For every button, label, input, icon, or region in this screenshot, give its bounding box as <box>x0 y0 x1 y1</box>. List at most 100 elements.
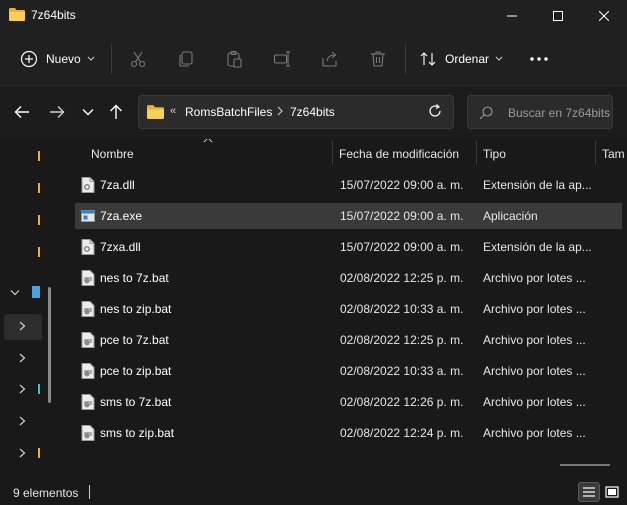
folder-icon[interactable] <box>38 448 40 458</box>
status-divider <box>89 485 90 499</box>
file-name: 7zxa.dll <box>100 240 141 254</box>
sidebar-scrollbar[interactable] <box>48 287 51 403</box>
folder-icon <box>9 8 25 21</box>
bat-file-icon <box>81 394 95 410</box>
maximize-icon <box>553 11 563 21</box>
copy-button[interactable] <box>174 47 198 71</box>
file-type: Archivo por lotes ... <box>483 364 586 378</box>
chevron-down-icon <box>82 109 94 116</box>
rename-button[interactable] <box>270 47 294 71</box>
file-date: 15/07/2022 09:00 a. m. <box>340 209 464 223</box>
arrow-left-icon <box>14 106 29 118</box>
column-headers: Nombre Fecha de modificación Tipo Tam <box>60 139 627 167</box>
file-name: nes to zip.bat <box>100 302 172 316</box>
file-date: 02/08/2022 12:25 p. m. <box>340 271 464 285</box>
file-date: 02/08/2022 12:25 p. m. <box>340 333 464 347</box>
address-bar[interactable]: « RomsBatchFiles 7z64bits <box>138 95 454 129</box>
chevron-right-icon[interactable] <box>19 416 26 426</box>
chevron-down-icon[interactable] <box>10 289 20 297</box>
address-overflow[interactable]: « <box>170 105 176 117</box>
cut-icon <box>130 51 146 68</box>
arrow-right-icon <box>50 106 65 118</box>
folder-icon[interactable] <box>38 151 40 161</box>
chevron-down-icon <box>495 56 503 61</box>
column-divider[interactable] <box>595 141 596 165</box>
rename-icon <box>273 51 290 67</box>
paste-icon <box>227 50 242 68</box>
file-list: Nombre Fecha de modificación Tipo Tam 7z… <box>60 139 627 474</box>
drive-icon[interactable] <box>38 384 40 394</box>
bat-file-icon <box>81 425 95 441</box>
share-button[interactable] <box>318 47 342 71</box>
file-name: 7za.exe <box>100 209 143 223</box>
file-name: sms to 7z.bat <box>100 395 172 409</box>
file-date: 02/08/2022 10:33 a. m. <box>340 302 464 316</box>
sort-button[interactable]: Ordenar <box>419 42 503 76</box>
breadcrumb-segment[interactable]: RomsBatchFiles <box>185 105 272 119</box>
share-icon <box>322 51 337 67</box>
file-type: Archivo por lotes ... <box>483 395 586 409</box>
tiles-view-icon <box>605 486 619 498</box>
search-box[interactable]: Buscar en 7z64bits <box>467 95 613 129</box>
navigation-pane <box>0 139 60 474</box>
bat-file-icon <box>81 301 95 317</box>
dll-file-icon <box>81 177 95 193</box>
file-row[interactable]: sms to zip.bat 02/08/2022 12:24 p. m. Arch… <box>75 420 622 446</box>
breadcrumb-segment[interactable]: 7z64bits <box>290 105 335 119</box>
paste-button[interactable] <box>222 47 246 71</box>
chevron-right-icon[interactable] <box>19 321 26 331</box>
file-row[interactable]: 7za.exe 15/07/2022 09:00 a. m. Aplicación <box>75 203 622 229</box>
command-bar: Nuevo Ordenar <box>0 32 627 86</box>
horizontal-scrollbar[interactable] <box>560 464 610 466</box>
tiles-view-button[interactable] <box>601 482 623 502</box>
file-row[interactable]: pce to zip.bat 02/08/2022 10:33 a. m. Arch… <box>75 358 622 384</box>
plus-circle-icon <box>20 50 38 68</box>
maximize-button[interactable] <box>535 0 581 32</box>
search-placeholder: Buscar en 7z64bits <box>508 106 611 120</box>
chevron-right-icon[interactable] <box>19 448 26 458</box>
delete-button[interactable] <box>366 47 390 71</box>
new-button[interactable]: Nuevo <box>20 42 95 76</box>
file-type: Aplicación <box>483 209 538 223</box>
file-type: Archivo por lotes ... <box>483 302 586 316</box>
file-row[interactable]: 7zxa.dll 15/07/2022 09:00 a. m. Extensión … <box>75 234 622 260</box>
column-divider[interactable] <box>476 141 477 165</box>
toolbar-separator <box>111 44 112 74</box>
close-button[interactable] <box>581 0 627 32</box>
details-view-button[interactable] <box>578 482 600 502</box>
chevron-right-icon[interactable] <box>19 384 26 394</box>
more-options-button[interactable] <box>527 47 551 71</box>
file-row[interactable]: pce to 7z.bat 02/08/2022 12:25 p. m. Archi… <box>75 327 622 353</box>
computer-icon[interactable] <box>32 286 40 298</box>
file-row[interactable]: 7za.dll 15/07/2022 09:00 a. m. Extensión d… <box>75 172 622 198</box>
delete-icon <box>371 51 385 67</box>
cut-button[interactable] <box>126 47 150 71</box>
file-date: 02/08/2022 12:26 p. m. <box>340 395 464 409</box>
file-name: sms to zip.bat <box>100 426 175 440</box>
column-header-size[interactable]: Tam <box>602 147 625 161</box>
column-header-type[interactable]: Tipo <box>483 147 506 161</box>
column-header-name[interactable]: Nombre <box>91 147 134 161</box>
file-type: Archivo por lotes ... <box>483 271 586 285</box>
minimize-button[interactable] <box>489 0 535 32</box>
folder-icon[interactable] <box>38 215 40 225</box>
folder-icon[interactable] <box>38 183 40 193</box>
recent-locations-button[interactable] <box>76 100 100 124</box>
chevron-right-icon[interactable] <box>277 106 283 116</box>
bat-file-icon <box>81 363 95 379</box>
refresh-icon[interactable] <box>427 103 443 119</box>
column-header-date[interactable]: Fecha de modificación <box>339 147 459 161</box>
file-row[interactable]: nes to 7z.bat 02/08/2022 12:25 p. m. Archi… <box>75 265 622 291</box>
details-view-icon <box>583 487 595 497</box>
up-button[interactable] <box>104 100 128 124</box>
forward-button[interactable] <box>45 100 69 124</box>
dll-file-icon <box>81 239 95 255</box>
folder-icon[interactable] <box>38 247 40 257</box>
exe-file-icon <box>81 210 95 222</box>
column-divider[interactable] <box>332 141 333 165</box>
file-row[interactable]: sms to 7z.bat 02/08/2022 12:26 p. m. Archi… <box>75 389 622 415</box>
chevron-right-icon[interactable] <box>19 353 26 363</box>
file-type: Extensión de la ap... <box>483 240 592 254</box>
back-button[interactable] <box>10 100 34 124</box>
file-row[interactable]: nes to zip.bat 02/08/2022 10:33 a. m. Arch… <box>75 296 622 322</box>
